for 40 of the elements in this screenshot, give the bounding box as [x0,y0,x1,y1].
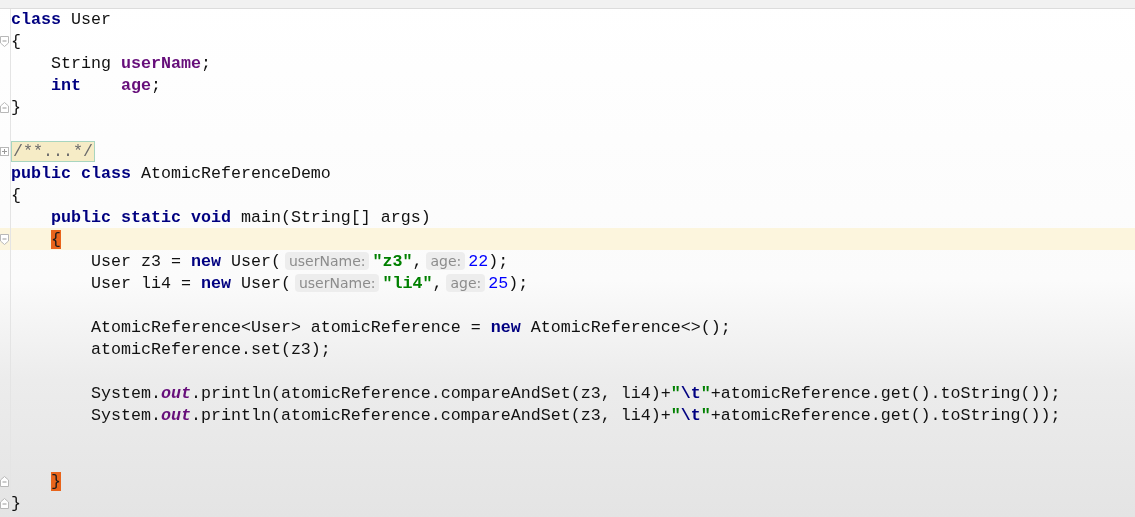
code-text: new [200,273,231,293]
fold-start-icon[interactable] [0,35,9,47]
code-text: , [432,273,443,293]
code-text: User z3 = [90,251,182,271]
code-line: AtomicReference<User> atomicReference = new AtomicReference<>(); [89,317,731,337]
code-line: public class AtomicReferenceDemo [11,163,331,183]
code-text: User( [240,273,291,293]
code-text: 25 [488,273,509,293]
code-line: System.out.println(atomicReference.compareAndSet(z3, li4)+"\t"+atomicReference.get().toString()); [89,383,1061,403]
parameter-hint: userName: [294,274,380,292]
fold-end-icon[interactable] [0,101,9,113]
code-text: new [190,251,221,271]
code-line: { [11,185,21,205]
code-text: 22 [468,251,489,271]
matched-brace: { [51,229,61,249]
fold-end-icon[interactable] [0,497,9,509]
code-line: } [11,493,21,513]
folded-comment[interactable]: /**...*/ [11,140,95,162]
code-line: atomicReference.set(z3); [89,339,331,359]
code-line: { [11,31,21,51]
fold-start-icon[interactable] [0,233,9,245]
parameter-hint: userName: [284,252,370,270]
code-text: "li4" [382,273,433,293]
code-line: } [11,97,21,117]
code-text: "z3" [372,251,413,271]
code-line: String userName; [50,53,211,73]
code-line: System.out.println(atomicReference.compareAndSet(z3, li4)+"\t"+atomicReference.get().toString()); [89,405,1061,425]
code-line: class User [11,9,111,29]
code-text: , [412,251,423,271]
expand-icon[interactable] [0,146,9,156]
parameter-hint: age: [426,252,466,270]
code-line: int age; [50,75,161,95]
code-text: User li4 = [90,273,192,293]
matched-brace: } [51,471,61,491]
fold-end-icon[interactable] [0,475,9,487]
code-text: ); [488,251,509,271]
parameter-hint: age: [446,274,486,292]
code-line: public static void main(String[] args) [50,207,431,227]
code-text: ); [508,273,529,293]
code-text: User( [230,251,281,271]
